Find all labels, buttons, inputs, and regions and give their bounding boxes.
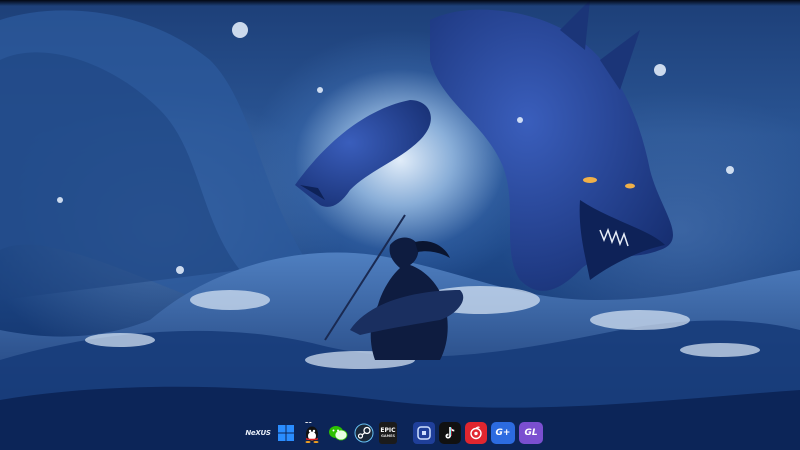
windows-start-button[interactable]	[275, 422, 297, 444]
g-plus-label: G+	[495, 427, 511, 438]
lock-app-icon	[417, 426, 431, 440]
steam-icon	[354, 423, 374, 443]
lock-app-button[interactable]	[413, 422, 435, 444]
wechat-button[interactable]	[327, 422, 349, 444]
epic-games-button[interactable]: EPIC GAMES	[379, 422, 397, 444]
nexus-button[interactable]: NeXUS	[245, 422, 271, 444]
taskbar-spacer	[401, 422, 409, 444]
gl-button[interactable]: GL	[519, 422, 543, 444]
windows-logo-icon	[278, 425, 294, 441]
qq-penguin-icon	[305, 426, 319, 443]
screen-top-edge	[0, 0, 800, 6]
g-plus-button[interactable]: G+	[491, 422, 515, 444]
dragon-warrior-wave-wallpaper	[0, 0, 800, 450]
wechat-icon	[329, 426, 348, 441]
netease-music-icon	[470, 426, 482, 440]
desktop[interactable]: NeXUS 23 EPIC GAMES G+ GL	[0, 0, 800, 450]
netease-music-button[interactable]	[465, 422, 487, 444]
tiktok-button[interactable]	[439, 422, 461, 444]
gl-label: GL	[524, 427, 538, 438]
games-label: GAMES	[381, 434, 395, 438]
nexus-label: NeXUS	[245, 428, 271, 437]
steam-button[interactable]	[353, 422, 375, 444]
qq-button[interactable]: 23	[301, 422, 323, 444]
taskbar: NeXUS 23 EPIC GAMES G+ GL	[245, 420, 555, 446]
tiktok-icon	[445, 427, 455, 439]
qq-badge: 23	[305, 422, 312, 425]
